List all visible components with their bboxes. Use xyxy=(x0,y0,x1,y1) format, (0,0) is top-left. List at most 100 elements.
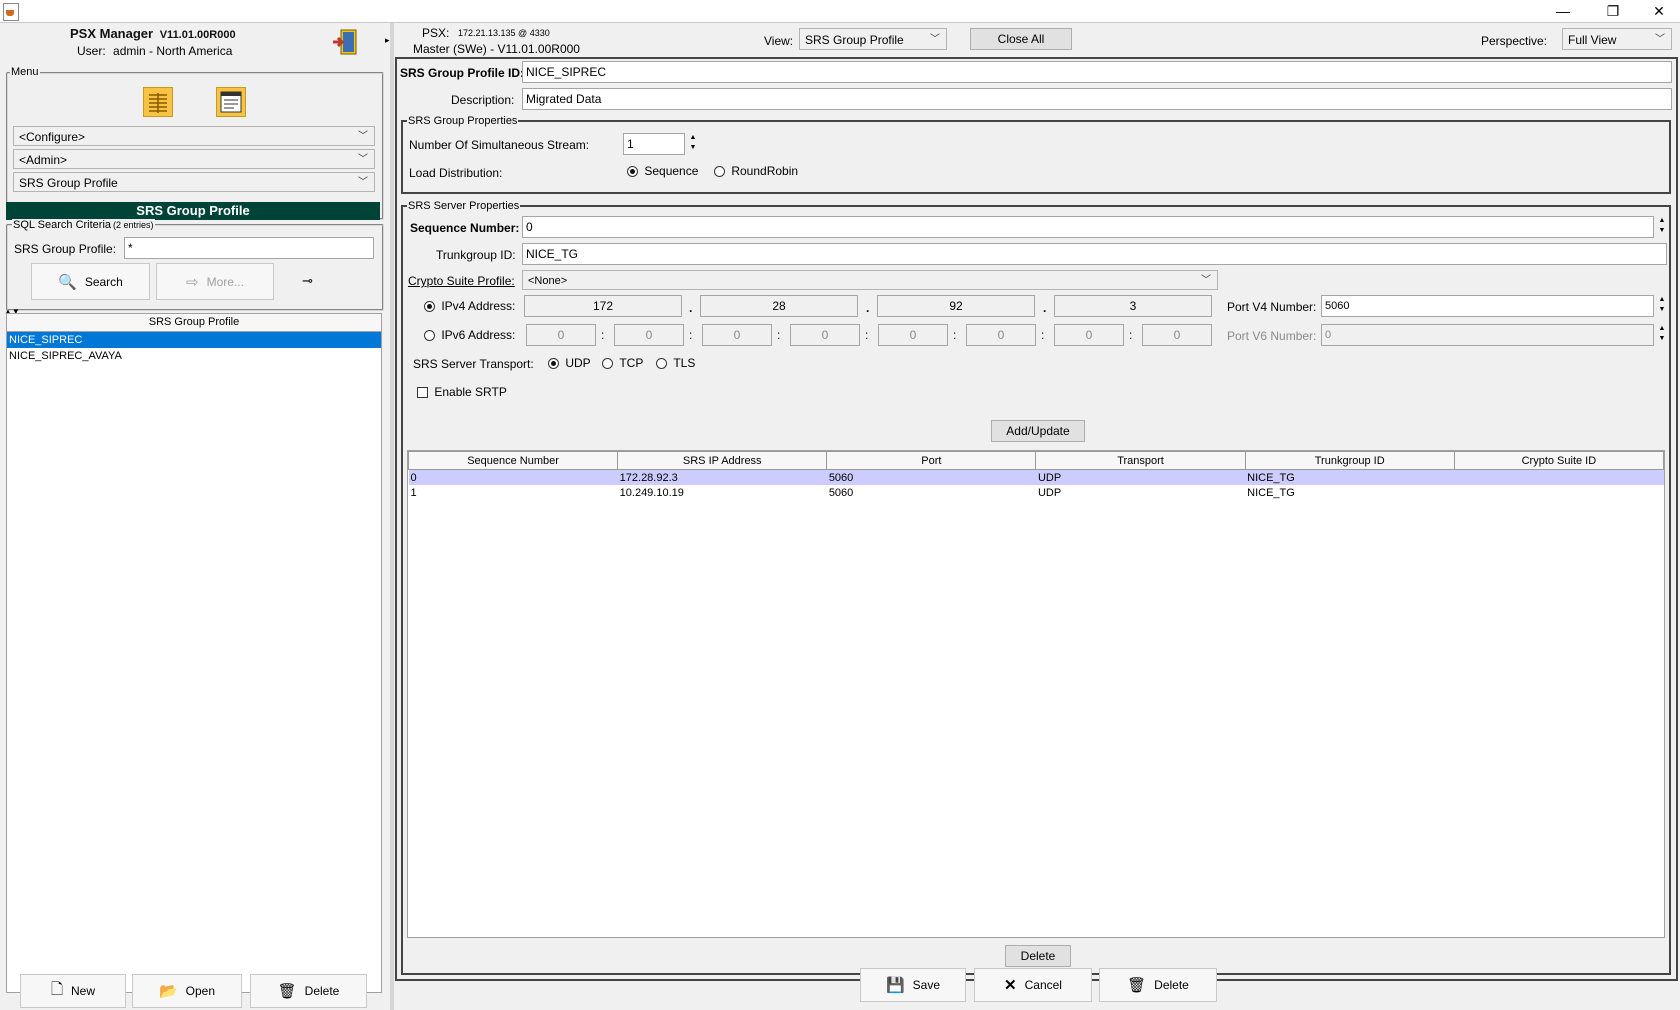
new-button[interactable]: 🗋 New xyxy=(20,974,126,1008)
results-list-header[interactable]: SRS Group Profile xyxy=(7,314,381,332)
chevron-down-icon: ﹀ xyxy=(358,177,368,188)
cancel-button-label: Cancel xyxy=(1024,978,1062,992)
ipv4-radio-label: IPv4 Address: xyxy=(441,299,516,313)
table-cell: 1 xyxy=(410,486,417,499)
search-button-label: Search xyxy=(84,274,123,289)
port-v6-spinner-icon[interactable]: ▲ ▼ xyxy=(1657,324,1667,346)
port-v6-input[interactable]: 0 xyxy=(1321,324,1654,346)
trash-icon: 🗑 xyxy=(1127,977,1147,994)
description-input[interactable]: Migrated Data xyxy=(522,88,1672,110)
collapse-arrow-icon[interactable]: ▸ xyxy=(385,35,390,46)
ipv4-radio[interactable]: IPv4 Address: xyxy=(424,299,515,313)
save-button[interactable]: 💾 Save xyxy=(860,968,966,1002)
new-document-icon: 🗋 xyxy=(50,980,64,998)
admin-dropdown[interactable]: <Admin> ﹀ xyxy=(13,149,375,169)
group-properties-legend: SRS Group Properties xyxy=(407,115,519,127)
column-header[interactable]: Port xyxy=(826,451,1037,470)
ipv6-group-5[interactable]: 0 xyxy=(878,324,948,346)
tcp-radio[interactable]: TCP xyxy=(602,356,643,370)
more-button[interactable]: ⇨ More... xyxy=(156,263,274,300)
trunkgroup-input[interactable]: NICE_TG xyxy=(522,243,1667,265)
floppy-disk-icon: 💾 xyxy=(885,977,905,994)
transport-label: SRS Server Transport: xyxy=(413,357,534,371)
column-header[interactable]: Crypto Suite ID xyxy=(1453,451,1665,470)
streams-spinner-icon[interactable]: ▲ ▼ xyxy=(688,133,698,155)
ipv6-group-1[interactable]: 0 xyxy=(526,324,596,346)
profile-id-label: SRS Group Profile ID: xyxy=(400,66,525,80)
add-update-button[interactable]: Add/Update xyxy=(991,420,1085,442)
search-button[interactable]: 🔍 Search xyxy=(31,263,150,300)
ipv6-group-2[interactable]: 0 xyxy=(614,324,684,346)
left-delete-button[interactable]: 🗑 Delete xyxy=(250,974,367,1008)
table-delete-button[interactable]: Delete xyxy=(1005,945,1071,967)
view-dropdown[interactable]: SRS Group Profile ﹀ xyxy=(799,28,947,50)
ipv4-octet-4[interactable]: 3 xyxy=(1054,295,1212,317)
object-dropdown[interactable]: SRS Group Profile ﹀ xyxy=(13,172,375,192)
trash-icon: 🗑 xyxy=(277,983,297,1000)
ipv4-octet-3[interactable]: 92 xyxy=(877,295,1035,317)
tls-radio[interactable]: TLS xyxy=(656,356,695,370)
object-dropdown-value: SRS Group Profile xyxy=(19,176,118,190)
close-all-button[interactable]: Close All xyxy=(970,28,1072,50)
table-cell: 172.28.92.3 xyxy=(619,471,678,484)
port-v4-spinner-icon[interactable]: ▲ ▼ xyxy=(1657,295,1667,317)
cancel-button[interactable]: ✕ Cancel xyxy=(974,968,1092,1002)
list-item[interactable]: NICE_SIPREC xyxy=(7,332,381,348)
ipv6-radio[interactable]: IPv6 Address: xyxy=(424,328,515,342)
tree-view-icon[interactable] xyxy=(143,87,173,117)
radio-checked-icon xyxy=(627,166,638,178)
streams-input[interactable]: 1 xyxy=(623,133,685,155)
form-view-icon[interactable] xyxy=(216,87,246,117)
configure-dropdown[interactable]: <Configure> ﹀ xyxy=(13,126,375,146)
left-delete-button-label: Delete xyxy=(304,984,340,998)
sequence-number-input[interactable]: 0 xyxy=(522,216,1654,238)
ipv6-group-6[interactable]: 0 xyxy=(966,324,1036,346)
column-header[interactable]: Transport xyxy=(1035,451,1246,470)
open-button[interactable]: 📂 Open xyxy=(132,974,242,1008)
chevron-down-icon: ﹀ xyxy=(930,34,940,45)
new-button-label: New xyxy=(71,984,96,998)
sequence-radio[interactable]: Sequence xyxy=(627,164,698,178)
table-cell xyxy=(1454,470,1663,486)
app-title: PSX Manager V11.01.00R000 xyxy=(70,26,236,41)
crypto-suite-label[interactable]: Crypto Suite Profile: xyxy=(408,274,515,288)
column-header[interactable]: Trunkgroup ID xyxy=(1244,451,1455,470)
table-row[interactable]: 1 10.249.10.19 5060 UDP NICE_TG xyxy=(409,485,1664,500)
perspective-label: Perspective: xyxy=(1481,34,1548,48)
user-label: User: xyxy=(77,44,106,58)
profile-id-input[interactable]: NICE_SIPREC xyxy=(522,61,1672,83)
roundrobin-radio[interactable]: RoundRobin xyxy=(714,164,798,178)
title-bar: — ❐ ✕ xyxy=(0,0,1680,22)
user-value: admin - North America xyxy=(113,44,233,58)
perspective-dropdown[interactable]: Full View ﹀ xyxy=(1562,28,1672,50)
delete-button[interactable]: 🗑 Delete xyxy=(1099,968,1217,1002)
chevron-down-icon: ﹀ xyxy=(1201,275,1211,286)
table-cell: NICE_TG xyxy=(1247,471,1295,484)
list-item[interactable]: NICE_SIPREC_AVAYA xyxy=(7,348,381,364)
ipv6-group-3[interactable]: 0 xyxy=(702,324,772,346)
x-icon: ✕ xyxy=(1004,977,1017,994)
logout-icon[interactable] xyxy=(331,28,359,56)
ipv4-octet-1[interactable]: 172 xyxy=(524,295,682,317)
crypto-suite-dropdown[interactable]: <None> ﹀ xyxy=(522,270,1218,290)
enable-srtp-checkbox[interactable]: Enable SRTP xyxy=(417,385,507,399)
column-header[interactable]: SRS IP Address xyxy=(617,451,828,470)
udp-radio[interactable]: UDP xyxy=(548,356,591,370)
ipv6-group-8[interactable]: 0 xyxy=(1142,324,1212,346)
sequence-spinner-icon[interactable]: ▲ ▼ xyxy=(1657,216,1667,238)
delete-button-label: Delete xyxy=(1154,978,1189,992)
table-row[interactable]: 0 172.28.92.3 5060 UDP NICE_TG xyxy=(408,469,1664,486)
ipv6-group-4[interactable]: 0 xyxy=(790,324,860,346)
search-field-input[interactable]: * xyxy=(124,237,374,259)
column-header[interactable]: Sequence Number xyxy=(407,451,619,470)
ipv6-colon: : xyxy=(1129,328,1133,342)
psx-label: PSX: xyxy=(422,26,450,40)
ipv4-octet-2[interactable]: 28 xyxy=(700,295,858,317)
port-v4-input[interactable]: 5060 xyxy=(1321,295,1654,317)
server-table: Sequence Number SRS IP Address Port Tran… xyxy=(407,450,1665,938)
close-window-button[interactable]: ✕ xyxy=(1636,0,1680,22)
minimize-button[interactable]: — xyxy=(1540,0,1586,22)
ipv6-group-7[interactable]: 0 xyxy=(1054,324,1124,346)
pin-icon[interactable]: ⊸ xyxy=(302,273,313,289)
restore-button[interactable]: ❐ xyxy=(1590,0,1636,22)
